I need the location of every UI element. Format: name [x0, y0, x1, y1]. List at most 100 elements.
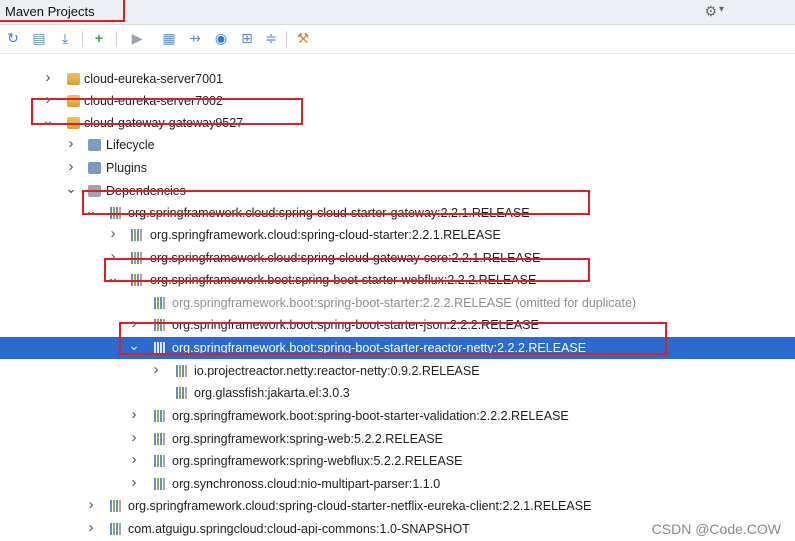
chevron-down-icon[interactable]: ⌄ — [107, 269, 119, 285]
module-icon — [67, 95, 80, 107]
tree-node-label: org.springframework.boot:spring-boot-sta… — [172, 296, 637, 310]
dependencies-icon — [88, 185, 101, 197]
chevron-right-icon[interactable]: › — [42, 90, 54, 110]
tree-node-label: Dependencies — [106, 184, 186, 198]
skip-tests-icon[interactable]: ⇸ — [186, 29, 204, 47]
add-icon[interactable]: + — [90, 29, 108, 47]
tree-node[interactable]: › org.springframework.cloud:spring-cloud-… — [0, 247, 795, 269]
tree-node-label: cloud-gateway-gateway9527 — [84, 116, 244, 130]
toolbar-separator — [82, 31, 83, 47]
library-icon — [154, 433, 167, 445]
library-icon — [154, 455, 167, 467]
lifecycle-icon[interactable]: ◉ — [212, 29, 230, 47]
chevron-right-icon[interactable]: › — [128, 428, 140, 448]
folder-icon — [88, 162, 101, 174]
chevron-right-icon[interactable]: › — [85, 518, 97, 538]
tree-node-label: org.springframework.cloud:spring-cloud-g… — [150, 251, 541, 265]
tree-node[interactable]: › Lifecycle — [0, 134, 795, 156]
chevron-down-icon[interactable]: ⌄ — [85, 202, 97, 218]
tree-node-label: org.springframework:spring-webflux:5.2.2… — [172, 454, 463, 468]
show-dependencies-icon[interactable]: ⊞ — [238, 29, 256, 47]
tree-node-label: Lifecycle — [106, 138, 155, 152]
chevron-right-icon[interactable]: › — [42, 68, 54, 88]
toggle-offline-icon[interactable]: ▦ — [160, 29, 178, 47]
library-icon — [154, 319, 167, 331]
toolbar: ↻ ▤ ⤓ + ▶ ▦ ⇸ ◉ ⊞ ≑ ⚒ — [0, 25, 795, 54]
collapse-all-icon[interactable]: ≑ — [262, 29, 280, 47]
library-icon — [154, 410, 167, 422]
settings-icon[interactable]: ⚒ — [294, 29, 312, 47]
tree-node[interactable]: › org.springframework:spring-webflux:5.2.… — [0, 450, 795, 472]
tree-node-label: cloud-eureka-server7001 — [84, 72, 223, 86]
chevron-right-icon[interactable]: › — [150, 360, 162, 380]
library-icon — [110, 523, 123, 535]
tree-node[interactable]: ⌄ Dependencies — [0, 180, 795, 202]
chevron-down-icon[interactable]: ⌄ — [42, 112, 54, 128]
chevron-right-icon[interactable]: › — [128, 473, 140, 493]
tree-node-label: org.springframework.boot:spring-boot-sta… — [172, 318, 539, 332]
watermark: CSDN @Code.COW — [651, 521, 781, 537]
chevron-right-icon[interactable]: › — [65, 134, 77, 154]
tree-node-label: com.atguigu.springcloud:cloud-api-common… — [128, 522, 470, 536]
chevron-right-icon[interactable]: › — [65, 157, 77, 177]
tree-node[interactable]: › org.springframework.cloud:spring-cloud-… — [0, 495, 795, 517]
tree-node[interactable]: › cloud-eureka-server7001 — [0, 68, 795, 90]
tree-node[interactable]: › io.projectreactor.netty:reactor-netty:0… — [0, 360, 795, 382]
tree-node-label: org.springframework.boot:spring-boot-sta… — [172, 341, 587, 355]
tree-node-label: org.synchronoss.cloud:nio-multipart-pars… — [172, 477, 441, 491]
tree-node[interactable]: ⌄ cloud-gateway-gateway9527 — [0, 112, 795, 134]
tree-node[interactable]: › org.springframework:spring-web:5.2.2.RE… — [0, 428, 795, 450]
run-icon[interactable]: ▶ — [128, 29, 146, 47]
tree-node[interactable]: ⌄ org.springframework.boot:spring-boot-st… — [0, 337, 795, 359]
tree-node-label: org.glassfish:jakarta.el:3.0.3 — [194, 386, 350, 400]
title-highlight-box — [0, 0, 125, 22]
tree-node[interactable]: › org.springframework.boot:spring-boot-st… — [0, 314, 795, 336]
tree-node[interactable]: › cloud-eureka-server7002 — [0, 90, 795, 112]
tree-node-label: org.springframework.cloud:spring-cloud-s… — [128, 499, 592, 513]
library-icon — [110, 500, 123, 512]
folder-icon — [88, 139, 101, 151]
chevron-right-icon[interactable]: › — [128, 314, 140, 334]
toolbar-separator — [116, 31, 117, 47]
tree-node-label: io.projectreactor.netty:reactor-netty:0.… — [194, 364, 480, 378]
gear-icon[interactable]: ⚙ — [704, 3, 717, 20]
reimport-icon[interactable]: ↻ — [4, 29, 22, 47]
module-icon — [67, 73, 80, 85]
tree-node[interactable]: › org.springframework.cloud:spring-cloud-… — [0, 224, 795, 246]
tree-node-label: org.springframework.boot:spring-boot-sta… — [172, 409, 569, 423]
tree-node[interactable]: ⌄ org.springframework.boot:spring-boot-st… — [0, 269, 795, 291]
library-icon — [131, 252, 144, 264]
chevron-down-icon[interactable]: ⌄ — [128, 337, 140, 353]
chevron-down-icon[interactable]: ⌄ — [65, 180, 77, 196]
library-icon — [154, 297, 167, 309]
tree-node[interactable]: › org.springframework.boot:spring-boot-st… — [0, 405, 795, 427]
generate-sources-icon[interactable]: ▤ — [30, 29, 48, 47]
tree-node-label: Plugins — [106, 161, 147, 175]
toolbar-separator — [286, 31, 287, 47]
chevron-right-icon[interactable]: › — [128, 405, 140, 425]
library-icon — [154, 342, 167, 354]
tree-node[interactable]: › org.synchronoss.cloud:nio-multipart-par… — [0, 473, 795, 495]
download-icon[interactable]: ⤓ — [56, 29, 74, 47]
library-icon — [110, 207, 123, 219]
chevron-right-icon[interactable]: › — [85, 495, 97, 515]
tree-node-label: org.springframework:spring-web:5.2.2.REL… — [172, 432, 443, 446]
tree-node-label: org.springframework.cloud:spring-cloud-s… — [150, 228, 501, 242]
library-icon — [176, 365, 189, 377]
tree-node-label: org.springframework.boot:spring-boot-sta… — [150, 273, 537, 287]
tree-node-label: org.springframework.cloud:spring-cloud-s… — [128, 206, 530, 220]
tree-node[interactable]: org.glassfish:jakarta.el:3.0.3 — [0, 382, 795, 404]
tree-node[interactable]: org.springframework.boot:spring-boot-sta… — [0, 292, 795, 314]
chevron-right-icon[interactable]: › — [107, 224, 119, 244]
tree-node[interactable]: ⌄ org.springframework.cloud:spring-cloud-… — [0, 202, 795, 224]
library-icon — [154, 478, 167, 490]
library-icon — [131, 229, 144, 241]
chevron-right-icon[interactable]: › — [107, 247, 119, 267]
tree-node[interactable]: › Plugins — [0, 157, 795, 179]
chevron-down-icon[interactable]: ▾ — [719, 4, 724, 15]
chevron-right-icon[interactable]: › — [128, 450, 140, 470]
library-icon — [176, 387, 189, 399]
panel-header: Maven Projects ⚙ ▾ — [0, 0, 795, 25]
tree-node-label: cloud-eureka-server7002 — [84, 94, 223, 108]
library-icon — [131, 274, 144, 286]
